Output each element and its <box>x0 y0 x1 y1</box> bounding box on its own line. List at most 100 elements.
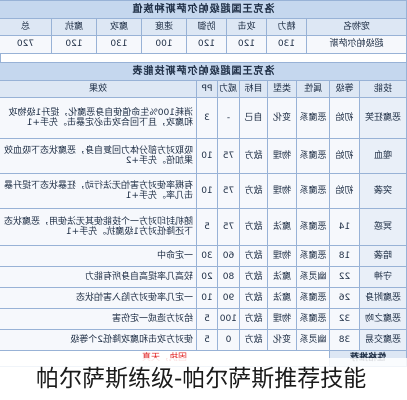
skill-attribute: 幽灵系 <box>296 329 330 351</box>
attack-value: 120 <box>226 35 267 54</box>
skill-power: 60 <box>217 245 240 267</box>
skill-power: 0 <box>217 329 240 351</box>
skill-level: 38 <box>329 329 360 351</box>
skill-power: 75 <box>217 173 240 209</box>
caption-banner: 帕尔萨斯练级-帕尔萨斯推荐技能 <box>0 358 407 400</box>
skill-type: 魔法 <box>267 287 297 309</box>
skill-type: 物理 <box>267 138 297 174</box>
skill-type: 变化 <box>267 329 297 351</box>
table-row: 恶魔交易 38 幽灵系 变化 敌方 0 5 使对方攻击和魔攻降低2个等级 <box>0 329 407 351</box>
caption-text: 帕尔萨斯练级-帕尔萨斯推荐技能 <box>36 366 367 392</box>
skill-type: 物理 <box>267 173 297 209</box>
skill-pp: 10 <box>196 287 218 309</box>
skill-attribute: 恶魔系 <box>296 208 330 246</box>
table-row: 暗袭 18 恶魔系 物理 敌方 60 30 一定命中 <box>0 245 407 267</box>
skill-name: 恶魔之吻 <box>359 308 407 330</box>
skill-type: 变化 <box>267 97 297 139</box>
skill-effect: 一定命中 <box>0 245 197 267</box>
skill-type: 魔法 <box>267 266 297 288</box>
skill-target: 敌方 <box>239 287 268 309</box>
skill-level: 26 <box>329 287 360 309</box>
skill-target: 敌方 <box>239 308 268 330</box>
skill-pp: 20 <box>196 266 218 288</box>
skill-name: 突袭 <box>359 173 407 209</box>
header-effect: 效果 <box>0 80 197 98</box>
skill-attribute: 恶魔系 <box>296 245 330 267</box>
skills-table: 洛克王国超级帕尔萨斯技能表 技能 等级 属性 类型 目标 威力 PP 效果 恶魔… <box>0 62 407 367</box>
skill-attribute: 幽灵系 <box>296 266 330 288</box>
table-row: 突袭 初始 恶魔系 物理 敌方 75 10 有概率使对方害怕无法行动，狂暴状态下… <box>0 173 407 209</box>
skill-effect: 一定几率使对方陷入害怕状态 <box>0 287 197 309</box>
skill-name: 恶魔附身 <box>359 287 407 309</box>
table-row: 恶魔狂笑 初始 恶魔系 变化 自己 - 3 消耗100%生命值使自身恶魔化，提升… <box>0 97 407 139</box>
magic-attack-value: 130 <box>96 35 142 54</box>
skill-level: 32 <box>329 308 360 330</box>
table-row: 噬血 初始 恶魔系 物理 敌方 75 10 吸取对方部分体力回复自身，恶魔状态下… <box>0 138 407 174</box>
skill-pp: 5 <box>196 308 218 330</box>
header-speed: 速度 <box>141 18 187 36</box>
total-value: 720 <box>0 35 52 54</box>
table-row: 守神 22 幽灵系 魔法 敌方 80 20 较高几率提高自身所有能力 <box>0 266 407 288</box>
header-attribute: 属性 <box>296 80 330 98</box>
skill-target: 敌方 <box>239 266 268 288</box>
skill-power: 100 <box>217 308 240 330</box>
speed-value: 100 <box>141 35 187 54</box>
header-skill: 技能 <box>359 80 407 98</box>
header-pp: PP <box>196 80 218 98</box>
mirrored-stat-sheet: 洛克王国超级帕尔萨斯种族值 宠物名 精力 攻击 防御 速度 魔攻 魔抗 总 超级… <box>0 0 407 367</box>
skill-pp: 10 <box>196 138 218 174</box>
table-row: 冥惑 14 恶魔系 魔法 敌方 75 5 随机封印对方一个技能使其无法使用，恶魔… <box>0 208 407 246</box>
skill-attribute: 恶魔系 <box>296 97 330 139</box>
header-magic-defense: 魔抗 <box>51 18 97 36</box>
skill-target: 敌方 <box>239 138 268 174</box>
skill-name: 冥惑 <box>359 208 407 246</box>
skill-name: 守神 <box>359 266 407 288</box>
skill-target: 敌方 <box>239 329 268 351</box>
skill-effect: 较高几率提高自身所有能力 <box>0 266 197 288</box>
skill-target: 自己 <box>239 97 268 139</box>
base-stats-title: 洛克王国超级帕尔萨斯种族值 <box>0 0 407 19</box>
header-stamina: 精力 <box>266 18 307 36</box>
skill-name: 恶魔狂笑 <box>359 97 407 139</box>
skill-attribute: 恶魔系 <box>296 138 330 174</box>
skill-level: 初始 <box>329 138 360 174</box>
base-stats-table: 洛克王国超级帕尔萨斯种族值 宠物名 精力 攻击 防御 速度 魔攻 魔抗 总 超级… <box>0 0 407 54</box>
skill-effect: 消耗100%生命值使自身恶魔化，提升1级物攻和魔攻，且下回合攻击必定暴击。先手+… <box>0 97 197 139</box>
skill-effect: 有概率使对方害怕无法行动，狂暴状态下提升暴击几率。先手+1 <box>0 173 197 209</box>
skill-target: 敌方 <box>239 208 268 246</box>
skills-title: 洛克王国超级帕尔萨斯技能表 <box>0 62 407 81</box>
section-divider <box>0 54 407 62</box>
table-row: 恶魔附身 26 恶魔系 魔法 敌方 90 10 一定几率使对方陷入害怕状态 <box>0 287 407 309</box>
skill-pp: 30 <box>196 245 218 267</box>
header-level: 等级 <box>329 80 360 98</box>
header-attack: 攻击 <box>226 18 267 36</box>
skill-effect: 使对方攻击和魔攻降低2个等级 <box>0 329 197 351</box>
skill-pp: 3 <box>196 97 218 139</box>
skill-target: 敌方 <box>239 173 268 209</box>
skill-level: 18 <box>329 245 360 267</box>
header-magic-attack: 魔攻 <box>96 18 142 36</box>
header-total: 总 <box>0 18 52 36</box>
skill-attribute: 恶魔系 <box>296 308 330 330</box>
skill-attribute: 恶魔系 <box>296 287 330 309</box>
header-type: 类型 <box>267 80 297 98</box>
skill-level: 22 <box>329 266 360 288</box>
skill-effect: 给对方造成一定伤害 <box>0 308 197 330</box>
header-power: 威力 <box>217 80 240 98</box>
skill-effect: 吸取对方部分体力回复自身，恶魔状态下吸血效果加倍。先手+2 <box>0 138 197 174</box>
stamina-value: 130 <box>266 35 307 54</box>
skill-level: 初始 <box>329 173 360 209</box>
skill-type: 物理 <box>267 308 297 330</box>
pet-name: 超级帕尔萨斯 <box>306 35 407 54</box>
skill-pp: 5 <box>196 329 218 351</box>
skill-target: 敌方 <box>239 245 268 267</box>
defense-value: 120 <box>186 35 227 54</box>
skill-power: - <box>217 97 240 139</box>
skill-name: 暗袭 <box>359 245 407 267</box>
skill-attribute: 恶魔系 <box>296 173 330 209</box>
skill-name: 恶魔交易 <box>359 329 407 351</box>
magic-defense-value: 120 <box>51 35 97 54</box>
skill-power: 80 <box>217 266 240 288</box>
skill-type: 物理 <box>267 245 297 267</box>
header-target: 目标 <box>239 80 268 98</box>
